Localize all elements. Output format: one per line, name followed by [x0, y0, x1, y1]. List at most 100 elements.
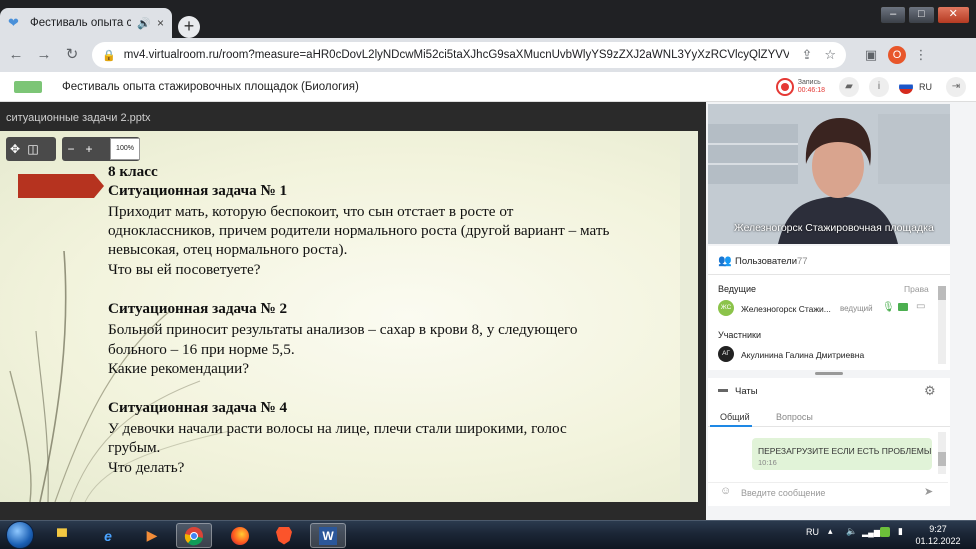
folder-icon[interactable]: ▰: [839, 76, 859, 97]
slide-line: Приходит мать, которую беспокоит, что сы…: [108, 203, 514, 220]
emoji-icon[interactable]: ☺: [720, 485, 731, 497]
chat-icon: ▬: [718, 384, 728, 395]
record-indicator: Запись 00:46:18: [775, 77, 825, 96]
zoom-level[interactable]: 100%: [110, 138, 140, 160]
maximize-button[interactable]: □: [908, 6, 935, 24]
chrome-icon[interactable]: [176, 523, 212, 548]
tray-chevron-icon[interactable]: ▴: [828, 526, 833, 537]
battery-icon[interactable]: ▮: [898, 526, 903, 537]
slide-line: Что вы ей посоветуете?: [108, 261, 261, 278]
slide-line: Ситуационная задача № 1: [108, 182, 288, 199]
browser-toolbar: ← → ↻ 🔒 mv4.virtualroom.ru/room?measure=…: [0, 38, 976, 72]
media-player-icon[interactable]: ▶: [134, 523, 170, 548]
presentation-file-name: ситуационные задачи 2.pptx: [6, 112, 151, 124]
extensions-icon[interactable]: ▣: [860, 47, 882, 63]
explorer-icon[interactable]: ▀: [44, 523, 80, 548]
browser-tab[interactable]: ❤ Фестиваль опыта стажиров 🔊 ×: [0, 8, 172, 38]
url-text[interactable]: mv4.virtualroom.ru/room?measure=aHR0cDov…: [124, 49, 790, 61]
profile-avatar[interactable]: O: [888, 46, 906, 64]
participant-name[interactable]: Акулинина Галина Дмитриевна: [741, 350, 864, 360]
slide-line: больного – 16 при норме 5,5.: [108, 341, 295, 358]
slide-line: У девочки начали расти волосы на лице, п…: [108, 420, 567, 437]
tab-title: Фестиваль опыта стажиров: [30, 17, 132, 29]
video-label: Железногорск Стажировочная площадка: [734, 222, 934, 234]
users-scroll-thumb[interactable]: [938, 286, 946, 300]
internet-explorer-icon[interactable]: e: [90, 523, 126, 548]
screen-share-icon[interactable]: ▭: [916, 301, 925, 312]
info-icon[interactable]: i: [869, 76, 889, 97]
firefox-icon[interactable]: [222, 523, 258, 548]
users-icon: 👥: [718, 255, 732, 267]
slide-line: Какие рекомендации?: [108, 360, 250, 377]
tray-language[interactable]: RU: [806, 527, 819, 537]
zoom-in-button[interactable]: +: [80, 142, 98, 156]
word-icon[interactable]: W: [310, 523, 346, 548]
slide-scroll-area[interactable]: [680, 131, 698, 502]
exit-icon[interactable]: ⇥: [946, 76, 966, 97]
tab-questions[interactable]: Вопросы: [776, 412, 813, 422]
leaders-label: Ведущие: [718, 284, 756, 294]
slide-line: грубым.: [108, 439, 161, 456]
leader-role: ведущий: [840, 304, 873, 313]
tab-general[interactable]: Общий: [720, 412, 750, 422]
fit-width-icon[interactable]: ◫: [24, 142, 42, 156]
tab-close-button[interactable]: ×: [157, 16, 164, 30]
pan-controls: ✥ ◫: [6, 137, 56, 161]
clock-date: 01.12.2022: [915, 536, 961, 546]
window-controls: – □ ✕: [878, 6, 971, 24]
language-label[interactable]: RU: [919, 82, 932, 92]
app-logo: [14, 80, 42, 93]
back-icon[interactable]: ←: [4, 43, 28, 67]
brave-icon[interactable]: [266, 523, 302, 548]
avatar: АГ: [718, 346, 734, 362]
menu-kebab-icon[interactable]: ⋮: [910, 47, 932, 63]
russian-flag-icon[interactable]: [899, 79, 913, 94]
chat-scroll-thumb[interactable]: [938, 452, 946, 466]
avatar: ЖС: [718, 300, 734, 316]
minimize-button[interactable]: –: [880, 6, 907, 24]
clock[interactable]: 9:27 01.12.2022: [914, 523, 962, 547]
chat-input[interactable]: Введите сообщение: [741, 488, 825, 498]
users-count: 77: [797, 256, 808, 267]
speaker-icon[interactable]: 🔊: [137, 17, 151, 30]
slide-line: 8 класс: [108, 163, 158, 180]
new-tab-button[interactable]: +: [178, 16, 200, 38]
camera-icon[interactable]: [898, 303, 908, 311]
forward-icon[interactable]: →: [32, 43, 56, 67]
tab-favicon-icon: ❤: [8, 15, 19, 30]
slide-line: Больной приносит результаты анализов – с…: [108, 321, 578, 338]
clock-time: 9:27: [929, 524, 947, 534]
participants-label: Участники: [718, 330, 761, 340]
volume-icon[interactable]: 🔈: [846, 526, 857, 537]
chat-message-text: ПЕРЕЗАГРУЗИТЕ ЕСЛИ ЕСТЬ ПРОБЛЕМЫ: [758, 446, 932, 456]
app-header: Фестиваль опыта стажировочных площадок (…: [0, 72, 976, 102]
leader-name[interactable]: Железногорск Стажи...: [741, 304, 831, 314]
slide-line: Ситуационная задача № 4: [108, 399, 288, 416]
slide-line: одноклассников, причем родители нормальн…: [108, 222, 610, 239]
slide-line: невысокая, отец нормального роста).: [108, 241, 348, 258]
active-tab-indicator: [710, 425, 752, 427]
address-bar[interactable]: 🔒 mv4.virtualroom.ru/room?measure=aHR0cD…: [92, 42, 846, 68]
bookmark-star-icon[interactable]: ☆: [824, 47, 836, 63]
zoom-out-button[interactable]: −: [62, 142, 80, 156]
slide-red-arrow: [18, 174, 104, 198]
room-title: Фестиваль опыта стажировочных площадок (…: [62, 80, 359, 93]
users-header: Пользователи: [735, 256, 798, 267]
settings-gear-icon[interactable]: ⚙: [924, 383, 936, 399]
close-window-button[interactable]: ✕: [936, 6, 971, 24]
panel-resize-handle[interactable]: [815, 372, 843, 375]
reload-icon[interactable]: ↻: [60, 43, 84, 67]
lock-icon: 🔒: [102, 49, 116, 62]
start-button[interactable]: [6, 521, 34, 549]
record-icon: [775, 77, 794, 96]
share-icon[interactable]: ⇪: [801, 47, 812, 63]
mic-icon[interactable]: 🎙: [882, 302, 895, 313]
move-icon[interactable]: ✥: [6, 142, 24, 156]
slide-line: Ситуационная задача № 2: [108, 300, 288, 317]
network-icon[interactable]: ▂▄▆: [862, 528, 880, 537]
tray-app-icon[interactable]: [880, 527, 890, 537]
send-icon[interactable]: ➤: [924, 485, 933, 498]
divider: [708, 274, 950, 275]
chat-message-time: 10:16: [758, 458, 777, 467]
chat-header: Чаты: [735, 386, 758, 397]
